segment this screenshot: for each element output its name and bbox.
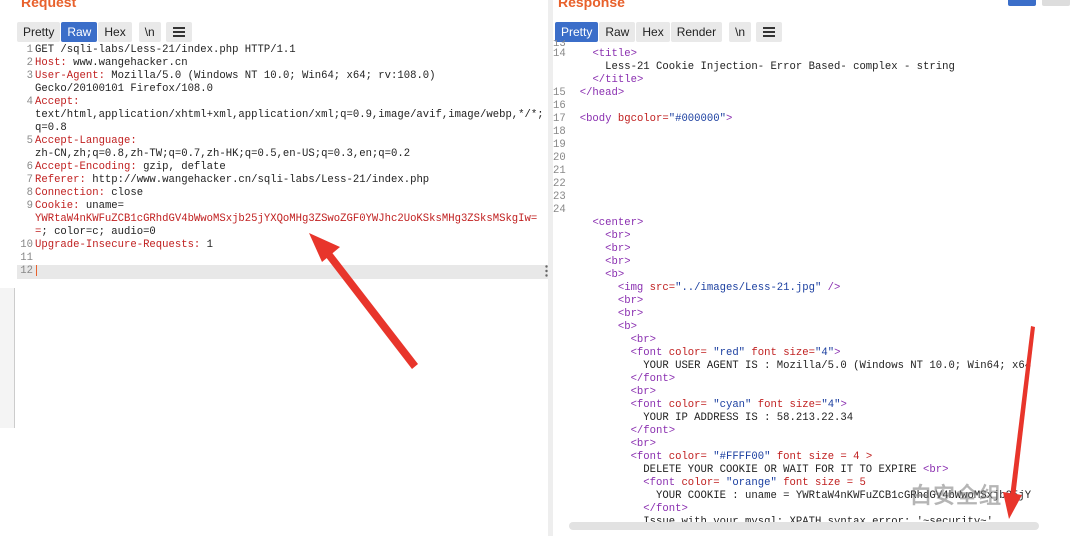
watermark: 白安全组: [910, 484, 1003, 509]
tab-hex[interactable]: Hex: [636, 22, 670, 42]
code-line: 14 <title>: [553, 48, 637, 60]
code-line: DELETE YOUR COOKIE OR WAIT FOR IT TO EXP…: [643, 464, 949, 476]
code-line: 2 Host: www.wangehacker.cn: [26, 57, 188, 69]
code-line: zh-CN,zh;q=0.8,zh-TW;q=0.7,zh-HK;q=0.5,e…: [35, 148, 411, 160]
code-line: <img src="../images/Less-21.jpg" />: [617, 282, 841, 294]
code-line: 19: [553, 139, 566, 151]
tab-raw[interactable]: Raw: [61, 22, 98, 42]
code-line: 21: [553, 165, 566, 177]
code-line: <br>: [617, 308, 644, 320]
code-line: <center>: [592, 217, 644, 229]
request-title: Request: [21, 0, 77, 10]
code-line: 1 GET /sqli-labs/Less-21/index.php HTTP/1…: [26, 44, 296, 56]
tab-pretty[interactable]: Pretty: [555, 22, 599, 42]
code-line: 8 Connection: close: [26, 187, 144, 199]
code-line: 7 Referer: http://www.wangehacker.cn/sqli…: [26, 174, 430, 186]
response-view-tabs: Pretty Raw Hex Render \n: [555, 22, 783, 42]
layout-toggle-button-alt[interactable]: [1042, 0, 1070, 6]
code-line: 3 User-Agent: Mozilla/5.0 (Windows NT 10.…: [26, 70, 436, 82]
menu-icon[interactable]: [165, 22, 192, 42]
tab-newline-toggle[interactable]: \n: [729, 22, 752, 42]
code-line: <br>: [617, 295, 644, 307]
request-pane: Request Pretty Raw Hex \n 1 GET /sqli-lab…: [0, 0, 548, 536]
code-line: YOUR USER AGENT IS : Mozilla/5.0 (Window…: [643, 360, 1032, 372]
code-line: 17 <body bgcolor="#000000">: [553, 113, 733, 125]
response-title: Response: [558, 0, 625, 10]
code-line: </font>: [630, 425, 676, 437]
code-line: 9 Cookie: uname=: [26, 200, 125, 212]
tab-render[interactable]: Render: [670, 22, 723, 42]
code-line: </font>: [630, 373, 676, 385]
code-line: <font color= "#FFFF00" font size = 4 >: [630, 451, 873, 463]
text-caret: [36, 265, 37, 276]
code-line: 22: [553, 178, 566, 190]
code-line: 4 Accept:: [26, 96, 80, 108]
code-line: <br>: [630, 334, 657, 346]
code-line: <font color= "cyan" font size="4">: [630, 399, 847, 411]
code-line: 16: [553, 100, 566, 112]
cookie-payload-line: YWRtaW4nKWFuZCB1cGRhdGV4bWwoMSxjb25jYXQo…: [35, 213, 538, 238]
tab-hex[interactable]: Hex: [98, 22, 132, 42]
request-editor[interactable]: 1 GET /sqli-labs/Less-21/index.php HTTP/1…: [17, 44, 548, 536]
request-view-tabs: Pretty Raw Hex \n: [17, 22, 193, 42]
tab-newline-toggle[interactable]: \n: [138, 22, 161, 42]
code-line: </title>: [592, 74, 644, 86]
code-line: <br>: [605, 243, 631, 255]
code-line: <br>: [630, 386, 657, 398]
code-line: Gecko/20100101 Firefox/108.0: [35, 83, 214, 95]
code-line: 10 Upgrade-Insecure-Requests: 1: [20, 239, 214, 251]
code-line: 20: [553, 152, 566, 164]
code-line: <br>: [630, 438, 657, 450]
layout-toggle-button[interactable]: [1008, 0, 1036, 6]
code-line: 15 </head>: [553, 87, 625, 99]
code-line: <br>: [605, 230, 631, 242]
code-line: 24: [553, 204, 566, 216]
background-window-fragment: [0, 288, 15, 428]
code-line: <b>: [617, 321, 637, 333]
code-line: text/html,application/xhtml+xml,applicat…: [35, 109, 544, 134]
code-line: 13: [553, 40, 566, 48]
menu-icon[interactable]: [756, 22, 783, 42]
code-line: 6 Accept-Encoding: gzip, deflate: [26, 161, 226, 173]
tab-raw[interactable]: Raw: [599, 22, 636, 42]
horizontal-scrollbar[interactable]: [569, 522, 1039, 530]
code-line: <b>: [605, 269, 625, 281]
code-line: <font color= "red" font size="4">: [630, 347, 841, 359]
code-line: 18: [553, 126, 566, 138]
code-line: 23: [553, 191, 566, 203]
code-line: 11: [20, 252, 33, 264]
response-editor[interactable]: 13 14 <title> Less-21 Cookie Injection- …: [553, 40, 1080, 536]
response-pane: Response Pretty Raw Hex Render \n 13 14 …: [553, 0, 1080, 536]
code-line: YOUR IP ADDRESS IS : 58.213.22.34: [643, 412, 854, 424]
tab-pretty[interactable]: Pretty: [17, 22, 61, 42]
code-line: 5 Accept-Language:: [26, 135, 137, 147]
code-line: Less-21 Cookie Injection- Error Based- c…: [605, 61, 955, 73]
code-line: <br>: [605, 256, 631, 268]
code-line-current[interactable]: 12: [17, 265, 548, 279]
